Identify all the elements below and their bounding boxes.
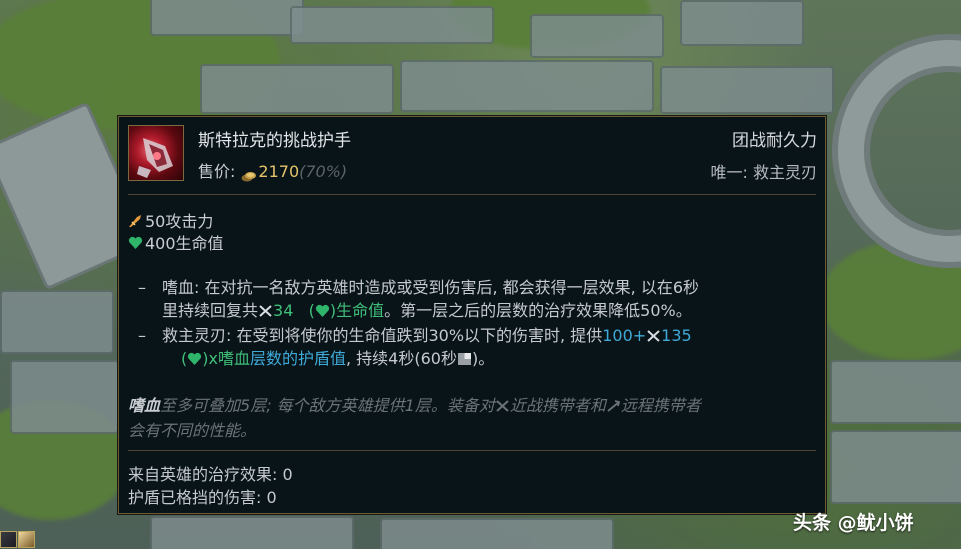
price-value: 2170 bbox=[258, 162, 300, 181]
item-icon bbox=[128, 125, 184, 181]
inventory-slot[interactable] bbox=[18, 531, 35, 548]
stat-health: 400生命值 bbox=[128, 230, 224, 254]
price-row: 售价: 2170(70%) bbox=[198, 158, 347, 182]
passive-lifeline: – 救主灵刃: 在受到将使你的生命值跌到30%以下的伤害时, 提供100+ 135 bbox=[138, 326, 692, 345]
watermark: 头条 @鱿小饼 bbox=[793, 512, 914, 534]
health-heart-icon bbox=[315, 301, 330, 317]
melee-swords-icon bbox=[646, 326, 661, 342]
passive-bloodlust: – 嗜血: 在对抗一名敌方英雄时造成或受到伤害后, 都会获得一层效果, 以在6秒 bbox=[138, 278, 700, 297]
divider bbox=[128, 450, 816, 451]
gold-coin-icon bbox=[241, 167, 257, 182]
attack-damage-icon bbox=[128, 213, 143, 227]
price-percent: (70%) bbox=[299, 162, 348, 181]
item-tooltip: 斯特拉克的挑战护手 售价: 2170(70%) 团战耐久力 唯一: 救主灵刃 50… bbox=[118, 116, 826, 514]
passive-bloodlust-line1: 嗜血: 在对抗一名敌方英雄时造成或受到伤害后, 都会获得一层效果, 以在6秒 bbox=[162, 278, 700, 297]
unique-passive-label: 唯一: 救主灵刃 bbox=[710, 163, 817, 182]
stat-attack-damage-text: 50攻击力 bbox=[145, 212, 214, 231]
item-name: 斯特拉克的挑战护手 bbox=[198, 131, 351, 151]
health-heart-icon bbox=[187, 349, 202, 365]
ranged-arrow-icon bbox=[606, 397, 621, 412]
health-heart-icon bbox=[128, 235, 143, 249]
divider bbox=[128, 194, 816, 195]
passive-lifeline-line2: ()x嗜血层数的护盾值, 持续4秒(60秒)。 bbox=[181, 349, 495, 368]
stat-attack-damage: 50攻击力 bbox=[128, 208, 213, 232]
melee-swords-icon bbox=[258, 301, 273, 317]
inventory-slot[interactable] bbox=[0, 531, 17, 548]
damage-blocked-by-shield: 护盾已格挡的伤害: 0 bbox=[128, 488, 277, 507]
stat-health-text: 400生命值 bbox=[145, 234, 224, 253]
passive-bloodlust-line2: 里持续回复共 34 ()生命值。第一层之后的层数的治疗效果降低50%。 bbox=[162, 301, 692, 320]
stack-note-line1: 嗜血至多可叠加5层; 每个敌方英雄提供1层。装备对 近战携带者和 远程携带者 bbox=[128, 396, 701, 415]
healing-from-champions: 来自英雄的治疗效果: 0 bbox=[128, 465, 293, 484]
stack-note-line2: 会有不同的性能。 bbox=[128, 421, 257, 440]
price-label: 售价: bbox=[198, 162, 236, 181]
item-category: 团战耐久力 bbox=[732, 131, 817, 151]
melee-swords-icon bbox=[495, 397, 510, 412]
cooldown-icon bbox=[457, 349, 472, 365]
